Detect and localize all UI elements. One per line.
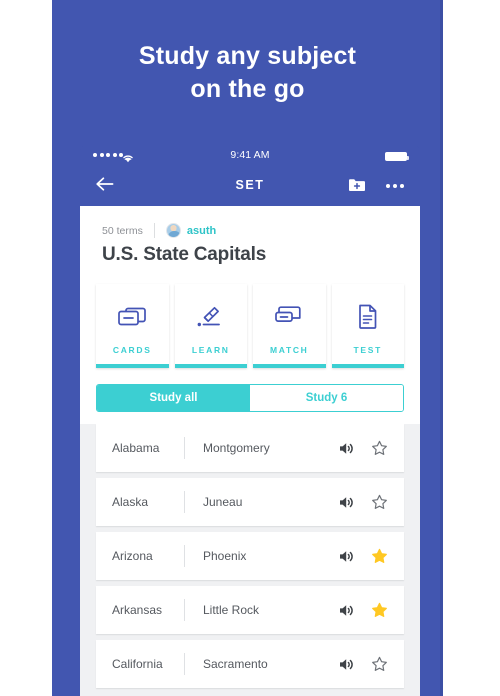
- study-mode-learn[interactable]: LEARN: [174, 284, 247, 368]
- study-mode-label: MATCH: [269, 345, 309, 355]
- author-link[interactable]: asuth: [187, 225, 216, 237]
- segment-study-starred[interactable]: Study 6: [250, 385, 403, 411]
- term-word: Alaska: [112, 495, 149, 509]
- term-definition: Montgomery: [203, 441, 270, 455]
- set-meta: 50 terms asuth: [102, 223, 216, 238]
- promo-headline: Study any subject on the go: [52, 40, 443, 106]
- pencil-writing-icon: [196, 301, 226, 331]
- table-row[interactable]: Arkansas Little Rock: [96, 586, 404, 634]
- speaker-icon[interactable]: [338, 441, 355, 456]
- promo-panel: Study any subject on the go 9:41 AM SET …: [52, 0, 443, 696]
- star-filled-icon[interactable]: [371, 548, 388, 565]
- study-mode-cards[interactable]: CARDS: [96, 284, 169, 368]
- study-mode-match[interactable]: MATCH: [253, 284, 326, 368]
- speaker-icon[interactable]: [338, 657, 355, 672]
- promo-headline-line-1: Study any subject: [138, 42, 357, 70]
- term-word: Arizona: [112, 549, 153, 563]
- term-word: Arkansas: [112, 603, 163, 617]
- study-mode-underline: [96, 364, 169, 368]
- term-definition: Phoenix: [203, 549, 247, 563]
- study-filter-segment: Study all Study 6: [96, 384, 404, 412]
- nav-bar: SET: [80, 167, 420, 206]
- nav-title: SET: [235, 178, 265, 192]
- star-outline-icon[interactable]: [371, 440, 388, 457]
- app-screen: 50 terms asuth U.S. State Capitals CARDS…: [80, 206, 420, 696]
- term-list[interactable]: Alabama Montgomery Alaska Juneau Arizona…: [80, 424, 420, 696]
- study-mode-label: TEST: [353, 345, 383, 355]
- flashcards-icon: [117, 301, 147, 331]
- study-mode-list: CARDS LEARN MATCH TEST: [96, 284, 404, 368]
- speaker-icon[interactable]: [338, 495, 355, 510]
- study-mode-label: LEARN: [191, 345, 230, 355]
- term-definition: Sacramento: [203, 657, 268, 671]
- speaker-icon[interactable]: [338, 549, 355, 564]
- document-icon: [356, 301, 380, 331]
- term-count-label: 50 terms: [102, 224, 143, 237]
- star-outline-icon[interactable]: [371, 656, 388, 673]
- page-title: U.S. State Capitals: [102, 244, 267, 265]
- user-avatar: [165, 223, 181, 238]
- overflow-menu-icon[interactable]: [386, 184, 404, 188]
- status-bar-time: 9:41 AM: [230, 149, 270, 161]
- promo-headline-line-2: on the go: [190, 75, 305, 103]
- table-row[interactable]: Alabama Montgomery: [96, 424, 404, 472]
- term-definition: Little Rock: [203, 603, 260, 617]
- match-card-icon: [274, 301, 304, 331]
- table-row[interactable]: California Sacramento: [96, 640, 404, 688]
- study-mode-label: CARDS: [112, 345, 152, 355]
- term-definition: Juneau: [203, 495, 243, 509]
- term-word: Alabama: [112, 441, 160, 455]
- segment-study-all[interactable]: Study all: [97, 385, 250, 411]
- term-word: California: [112, 657, 163, 671]
- battery-full-icon: [385, 152, 409, 161]
- star-filled-icon[interactable]: [371, 602, 388, 619]
- study-mode-underline: [331, 364, 404, 368]
- study-mode-underline: [174, 364, 247, 368]
- folder-plus-icon[interactable]: [348, 177, 366, 198]
- table-row[interactable]: Alaska Juneau: [96, 478, 404, 526]
- meta-divider: [153, 223, 155, 238]
- study-mode-underline: [253, 364, 326, 368]
- table-row[interactable]: Arizona Phoenix: [96, 532, 404, 580]
- status-bar: 9:41 AM: [80, 145, 420, 167]
- star-outline-icon[interactable]: [371, 494, 388, 511]
- phone-mockup: 9:41 AM SET 50 terms asuth U.S. State Ca…: [80, 145, 420, 696]
- speaker-icon[interactable]: [338, 603, 355, 618]
- study-mode-test[interactable]: TEST: [331, 284, 404, 368]
